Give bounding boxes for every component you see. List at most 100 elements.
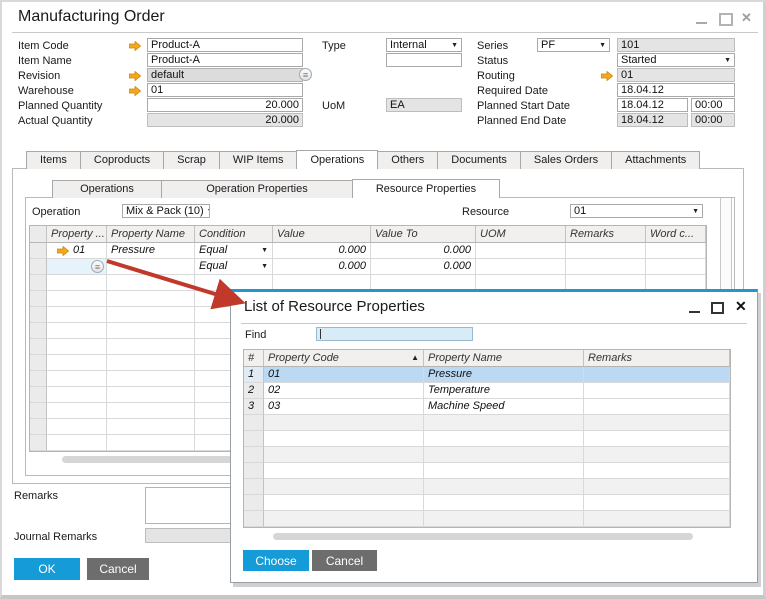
item-name-field[interactable]: Product-A: [147, 53, 303, 67]
table-row-selected[interactable]: ≡ Equal ▼ 0.000 0.000: [30, 259, 706, 275]
link-arrow-icon[interactable]: [129, 71, 141, 81]
subtab-operations[interactable]: Operations: [52, 180, 162, 198]
revision-label: Revision: [18, 70, 61, 82]
status-dropdown[interactable]: Started ▼: [617, 53, 735, 67]
col-property[interactable]: Property ...: [47, 226, 107, 243]
cancel-button[interactable]: Cancel: [87, 558, 149, 580]
condition-cell[interactable]: Equal ▼: [195, 243, 273, 259]
value-to-cell[interactable]: 0.000: [371, 259, 476, 275]
maximize-icon[interactable]: [719, 13, 733, 26]
tab-items[interactable]: Items: [26, 151, 81, 169]
link-arrow-icon[interactable]: [129, 41, 141, 51]
table-row[interactable]: 01 Pressure Equal ▼ 0.000 0.000: [30, 243, 706, 259]
table-empty-row: [244, 511, 730, 527]
chevron-down-icon: ▼: [599, 41, 606, 49]
property-cell[interactable]: 01: [47, 243, 107, 259]
table-empty-row: [244, 463, 730, 479]
remarks-label: Remarks: [14, 490, 59, 502]
dialog-properties-table: # Property Code ▲ Property Name Remarks 1…: [243, 349, 731, 528]
sub-tab-strip: Operations Operation Properties Resource…: [52, 179, 500, 198]
subtab-operation-properties[interactable]: Operation Properties: [161, 180, 353, 198]
list-item[interactable]: 2 02 Temperature: [244, 383, 730, 399]
find-input[interactable]: [316, 327, 473, 341]
chevron-down-icon: ▼: [261, 247, 268, 254]
value-to-cell[interactable]: 0.000: [371, 243, 476, 259]
maximize-icon[interactable]: [711, 302, 724, 314]
link-arrow-icon[interactable]: [601, 71, 613, 81]
planned-quantity-field[interactable]: 20.000: [147, 98, 303, 112]
routing-label: Routing: [477, 70, 515, 82]
chevron-down-icon: ▼: [261, 263, 268, 270]
close-icon[interactable]: ✕: [735, 299, 747, 313]
chevron-down-icon: ▼: [207, 208, 209, 215]
operation-dropdown[interactable]: Mix & Pack (10)▼: [122, 204, 210, 218]
tab-scrap[interactable]: Scrap: [163, 151, 220, 169]
status-label: Status: [477, 55, 509, 67]
col-value[interactable]: Value: [273, 226, 371, 243]
col-word[interactable]: Word c...: [646, 226, 706, 243]
journal-remarks-label: Journal Remarks: [14, 531, 98, 543]
link-arrow-icon[interactable]: [129, 86, 141, 96]
type-secondary-field[interactable]: [386, 53, 462, 67]
minimize-icon[interactable]: [689, 311, 700, 313]
choose-from-list-icon[interactable]: ≡: [91, 260, 104, 273]
link-arrow-icon[interactable]: [57, 245, 69, 256]
table-empty-row: [244, 415, 730, 431]
resource-label: Resource: [462, 206, 510, 218]
tab-others[interactable]: Others: [377, 151, 439, 169]
tab-wip-items[interactable]: WIP Items: [218, 151, 298, 169]
close-icon[interactable]: ✕: [741, 11, 752, 24]
col-remarks[interactable]: Remarks: [584, 350, 730, 367]
col-property-code[interactable]: Property Code ▲: [264, 350, 424, 367]
property-name-cell[interactable]: Pressure: [107, 243, 195, 259]
list-item-selected[interactable]: 1 01 Pressure: [244, 367, 730, 383]
resource-dropdown[interactable]: 01 ▼: [570, 204, 703, 218]
col-remarks[interactable]: Remarks: [566, 226, 646, 243]
choose-button[interactable]: Choose: [243, 550, 309, 571]
list-of-resource-properties-dialog: List of Resource Properties ✕ Find # Pro…: [230, 289, 758, 583]
col-number[interactable]: #: [244, 350, 264, 367]
col-uom[interactable]: UOM: [476, 226, 566, 243]
actual-quantity-label: Actual Quantity: [18, 115, 93, 127]
dialog-cancel-button[interactable]: Cancel: [312, 550, 377, 571]
main-tab-strip: Items Coproducts Scrap WIP Items Operati…: [26, 150, 701, 169]
col-property-name[interactable]: Property Name: [107, 226, 195, 243]
required-date-field[interactable]: 18.04.12: [617, 83, 735, 97]
item-code-label: Item Code: [18, 40, 69, 52]
tab-sales-orders[interactable]: Sales Orders: [519, 151, 613, 169]
item-code-field[interactable]: Product-A: [147, 38, 303, 52]
tab-coproducts[interactable]: Coproducts: [79, 151, 165, 169]
minimize-icon[interactable]: [696, 22, 707, 24]
warehouse-label: Warehouse: [18, 85, 74, 97]
planned-start-date-field[interactable]: 18.04.12: [617, 98, 688, 112]
dialog-horizontal-scrollbar[interactable]: [273, 533, 693, 540]
series-dropdown[interactable]: PF ▼: [537, 38, 610, 52]
warehouse-field[interactable]: 01: [147, 83, 303, 97]
planned-start-date-label: Planned Start Date: [477, 100, 570, 112]
ok-button[interactable]: OK: [14, 558, 80, 580]
window-title: Manufacturing Order: [18, 8, 165, 25]
dialog-title: List of Resource Properties: [244, 298, 425, 315]
table-empty-row: [244, 479, 730, 495]
tab-operations[interactable]: Operations: [296, 150, 379, 169]
col-condition[interactable]: Condition: [195, 226, 273, 243]
tab-documents[interactable]: Documents: [437, 151, 521, 169]
choose-from-list-icon[interactable]: ≡: [299, 68, 312, 81]
list-item[interactable]: 3 03 Machine Speed: [244, 399, 730, 415]
type-dropdown[interactable]: Internal ▼: [386, 38, 462, 52]
planned-start-time-field[interactable]: 00:00: [691, 98, 735, 112]
tab-attachments[interactable]: Attachments: [611, 151, 701, 169]
property-cell-selected[interactable]: ≡: [47, 259, 107, 275]
type-label: Type: [322, 40, 346, 52]
planned-quantity-label: Planned Quantity: [18, 100, 103, 112]
table-empty-row: [244, 431, 730, 447]
subtab-resource-properties[interactable]: Resource Properties: [352, 179, 500, 198]
condition-cell[interactable]: Equal ▼: [195, 259, 273, 275]
item-name-label: Item Name: [18, 55, 72, 67]
planned-end-date-field: 18.04.12: [617, 113, 688, 127]
revision-field[interactable]: default: [147, 68, 303, 82]
value-cell[interactable]: 0.000: [273, 243, 371, 259]
col-value-to[interactable]: Value To: [371, 226, 476, 243]
col-property-name[interactable]: Property Name: [424, 350, 584, 367]
value-cell[interactable]: 0.000: [273, 259, 371, 275]
